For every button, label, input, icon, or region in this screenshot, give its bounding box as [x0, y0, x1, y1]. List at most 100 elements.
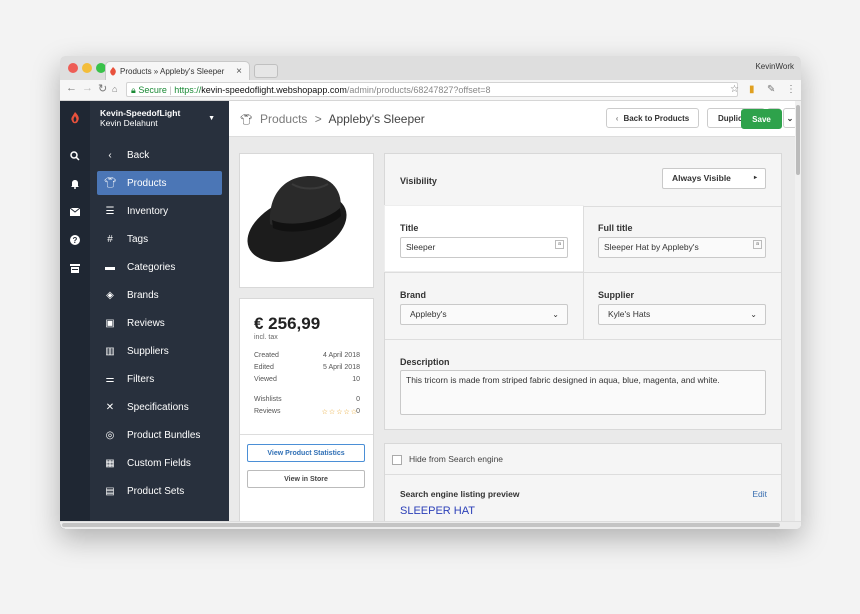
back-arrow-icon[interactable]: ←	[66, 82, 77, 94]
hash-icon: #	[107, 233, 113, 245]
sidebar-item-custom-fields[interactable]: ▦ Custom Fields	[97, 451, 222, 475]
search-icon[interactable]	[68, 149, 82, 163]
sidebar-item-products[interactable]: 👕︎ Products	[97, 171, 222, 195]
view-in-store-button[interactable]: View in Store	[247, 470, 365, 488]
new-tab-button[interactable]	[254, 64, 278, 78]
brand-select[interactable]: Appleby's ⌄	[400, 304, 568, 325]
title-value: Sleeper	[406, 242, 436, 252]
seo-title-preview[interactable]: SLEEPER HAT	[400, 505, 475, 517]
shop-name: Kevin-SpeedofLight	[100, 108, 181, 118]
brand-value: Appleby's	[410, 309, 447, 319]
sidebar-item-label: Custom Fields	[127, 457, 191, 469]
reload-icon[interactable]: ↻	[98, 82, 107, 95]
sidebar-item-label: Inventory	[127, 205, 169, 217]
help-icon[interactable]: ?	[68, 233, 82, 247]
title-input[interactable]: Sleeper a	[400, 237, 568, 258]
chevron-left-icon: ‹	[615, 113, 619, 123]
bell-icon[interactable]	[68, 177, 82, 191]
minimize-window-button[interactable]	[82, 63, 92, 73]
sidebar-item-suppliers[interactable]: ▥ Suppliers	[97, 339, 222, 363]
sidebar-item-tags[interactable]: # Tags	[97, 227, 222, 251]
logo-icon[interactable]	[68, 111, 82, 125]
rating-stars: ☆☆☆☆☆	[321, 409, 359, 416]
sidebar-item-label: Categories	[127, 261, 176, 273]
product-stats-card: € 256,99 incl. tax Created 4 April 2018 E…	[239, 298, 374, 529]
breadcrumb-separator: >	[314, 112, 322, 126]
sidebar-item-categories[interactable]: ▬ Categories	[97, 255, 222, 279]
visibility-select[interactable]: Always Visible ▸	[662, 168, 766, 189]
breadcrumb-products[interactable]: Products	[260, 112, 307, 126]
save-button[interactable]: Save	[741, 109, 782, 129]
sidebar-item-label: Brands	[127, 289, 159, 301]
product-image-card	[239, 153, 374, 288]
translate-icon[interactable]: a	[753, 240, 762, 249]
chevron-down-icon: ⌄	[552, 310, 559, 319]
folder-icon: ▬	[105, 261, 115, 273]
description-value: This tricorn is made from striped fabric…	[406, 375, 720, 385]
menu-dots-icon[interactable]: ⋮	[786, 84, 796, 95]
sidebar-item-product-bundles[interactable]: ◎ Product Bundles	[97, 423, 222, 447]
sidebar: Kevin-SpeedofLight Kevin Delahunt ▼ ‹ Ba…	[90, 101, 229, 529]
browser-tab[interactable]: Products » Appleby's Sleeper ×	[105, 61, 250, 80]
home-icon[interactable]: ⌂	[112, 84, 117, 94]
stat-reviews: Reviews ☆☆☆☆☆ 0	[254, 408, 360, 416]
url-field[interactable]: 🔒︎ Secure | https://kevin-speedoflight.w…	[126, 82, 738, 97]
back-label: Back	[127, 149, 150, 161]
sidebar-item-inventory[interactable]: ☰ Inventory	[97, 199, 222, 223]
sidebar-item-label: Product Sets	[127, 485, 185, 497]
supplier-select[interactable]: Kyle's Hats ⌄	[598, 304, 766, 325]
back-to-products-button[interactable]: ‹ Back to Products	[606, 108, 699, 128]
sidebar-item-label: Tags	[127, 233, 149, 245]
sidebar-item-label: Product Bundles	[127, 429, 201, 441]
chevron-left-icon: ‹	[108, 149, 112, 161]
full-title-input[interactable]: Sleeper Hat by Appleby's a	[598, 237, 766, 258]
supplier-label: Supplier	[598, 290, 635, 300]
seo-heading: Search engine listing preview	[400, 489, 520, 499]
store-icon[interactable]	[68, 261, 82, 275]
sidebar-item-filters[interactable]: ⚌ Filters	[97, 367, 222, 391]
extension-icon[interactable]: ▮	[749, 84, 755, 95]
shop-switcher[interactable]: Kevin-SpeedofLight Kevin Delahunt	[100, 108, 180, 128]
close-tab-icon[interactable]: ×	[236, 66, 242, 77]
tab-title: Products » Appleby's Sleeper	[120, 66, 225, 76]
description-label: Description	[400, 357, 450, 367]
caret-down-icon[interactable]: ▼	[208, 115, 215, 122]
url-host: kevin-speedoflight.webshopapp.com	[201, 85, 347, 95]
sidebar-item-label: Filters	[127, 373, 155, 385]
back-link[interactable]: ‹ Back	[97, 143, 222, 167]
sidebar-item-label: Specifications	[127, 401, 189, 413]
address-bar: ← → ↻ ⌂ 🔒︎ Secure | https://kevin-speedo…	[60, 80, 801, 101]
bookmark-star-icon[interactable]: ☆	[730, 84, 739, 95]
mail-icon[interactable]	[68, 205, 82, 219]
main-content: 👕︎ Products > Appleby's Sleeper ‹ Back t…	[229, 101, 797, 529]
horizontal-scrollbar[interactable]	[60, 521, 801, 529]
forward-arrow-icon[interactable]: →	[82, 82, 93, 94]
tag-icon: ◈	[106, 289, 114, 301]
hide-search-label[interactable]: Hide from Search engine	[409, 454, 503, 464]
view-product-statistics-button[interactable]: View Product Statistics	[247, 444, 365, 462]
caret-icon: ▸	[753, 175, 757, 181]
sidebar-item-specifications[interactable]: ✕ Specifications	[97, 395, 222, 419]
sidebar-item-label: Suppliers	[127, 345, 169, 357]
filter-icon: ⚌	[105, 373, 115, 385]
seo-edit-link[interactable]: Edit	[752, 489, 767, 499]
hide-search-checkbox[interactable]	[392, 455, 402, 465]
chevron-down-icon: ⌄	[750, 310, 757, 319]
sidebar-item-brands[interactable]: ◈ Brands	[97, 283, 222, 307]
close-window-button[interactable]	[68, 63, 78, 73]
svg-text:?: ?	[73, 236, 78, 245]
url-scheme: https://	[174, 85, 202, 95]
vertical-scrollbar[interactable]	[795, 101, 801, 529]
profile-name[interactable]: KevinWork	[755, 62, 794, 71]
sidebar-item-reviews[interactable]: ▣ Reviews	[97, 311, 222, 335]
stat-created: Created 4 April 2018	[254, 352, 360, 359]
translate-icon[interactable]: a	[555, 240, 564, 249]
tools-icon: ✕	[105, 401, 115, 413]
eyedropper-icon[interactable]: ✎	[767, 84, 775, 95]
inventory-icon: ☰	[105, 205, 115, 217]
visibility-label: Visibility	[400, 176, 437, 186]
description-textarea[interactable]: This tricorn is made from striped fabric…	[400, 370, 766, 415]
sidebar-item-product-sets[interactable]: ▤ Product Sets	[97, 479, 222, 503]
brand-label: Brand	[400, 290, 427, 300]
product-image[interactable]	[240, 154, 373, 287]
